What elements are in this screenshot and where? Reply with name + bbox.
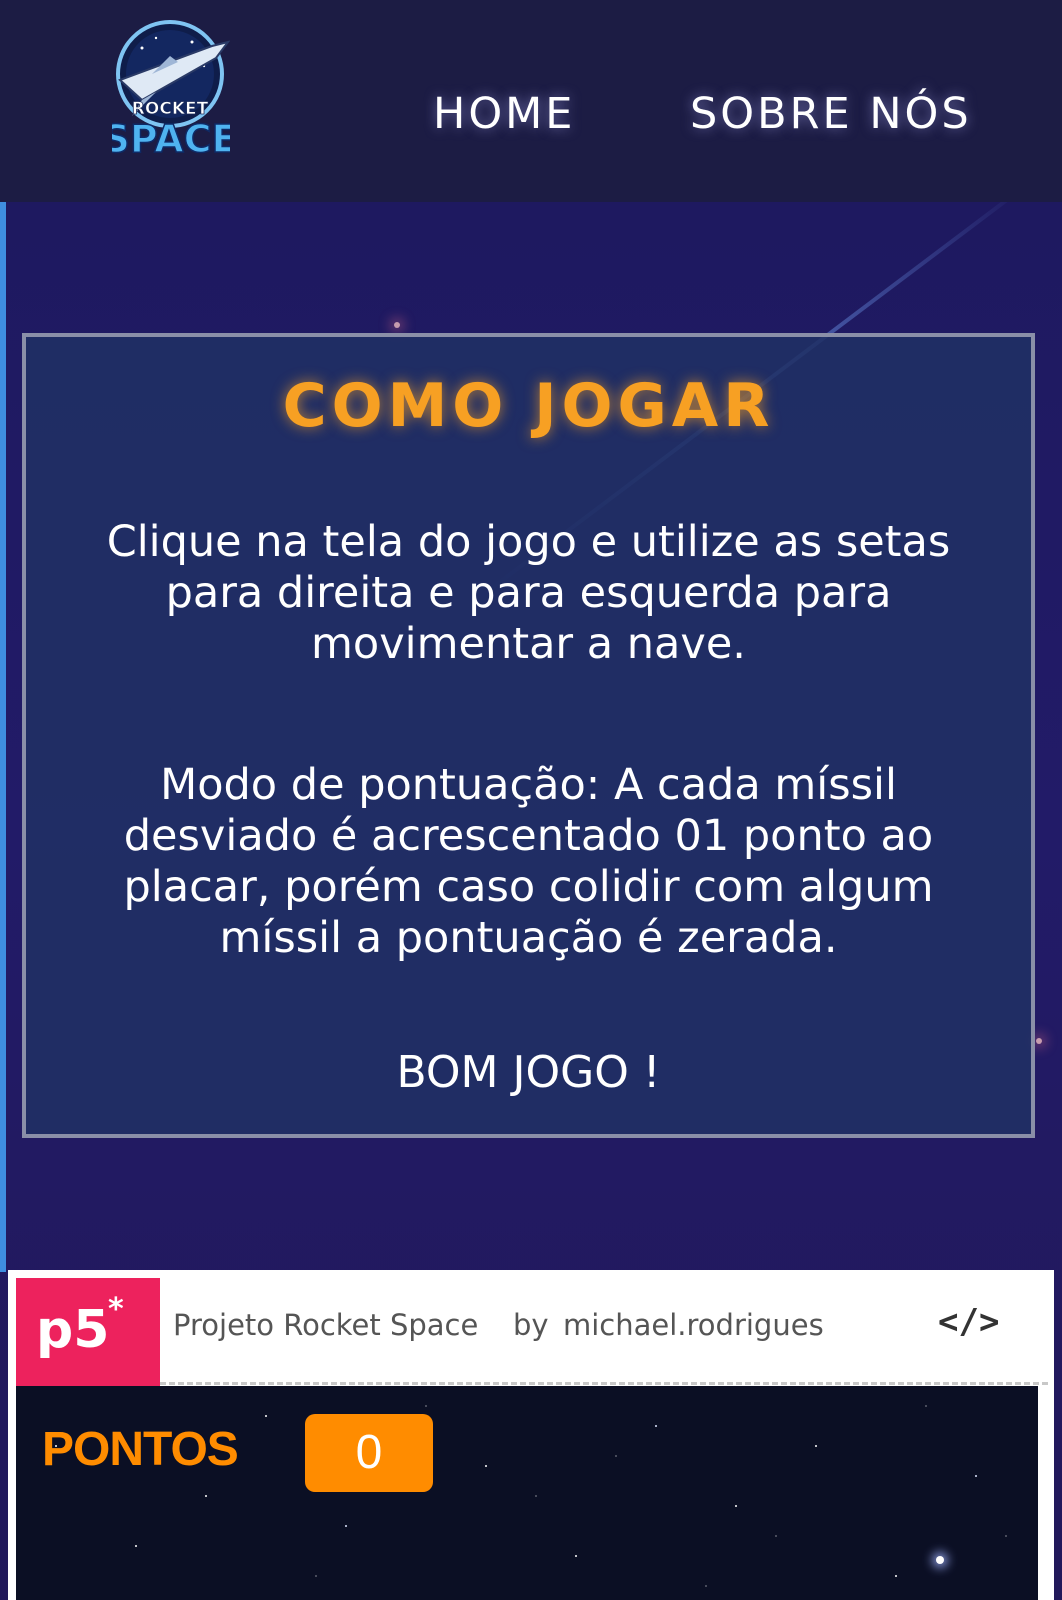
instructions-text: Clique na tela do jogo e utilize as seta… bbox=[106, 517, 951, 669]
score-label: PONTOS bbox=[42, 1423, 239, 1476]
embed-divider bbox=[160, 1382, 1048, 1385]
sketch-author-link[interactable]: michael.rodrigues bbox=[563, 1308, 824, 1342]
background-star bbox=[1036, 1038, 1042, 1044]
nav-home-link[interactable]: HOME bbox=[433, 86, 575, 142]
svg-text:SPACE: SPACE bbox=[112, 117, 230, 161]
rocket-space-logo[interactable]: ROCKET SPACE bbox=[112, 18, 230, 166]
game-canvas[interactable]: PONTOS 0 bbox=[16, 1386, 1038, 1600]
nav-about-link[interactable]: SOBRE NÓS bbox=[690, 86, 972, 142]
left-accent-border bbox=[0, 202, 6, 1272]
good-game-text: BOM JOGO ! bbox=[396, 1047, 661, 1098]
canvas-star bbox=[936, 1556, 944, 1564]
p5-logo-badge[interactable]: p5 * bbox=[16, 1278, 160, 1386]
background-star bbox=[394, 322, 400, 328]
p5-logo-text: p5 bbox=[36, 1300, 110, 1360]
svg-text:ROCKET: ROCKET bbox=[132, 99, 209, 119]
p5-sketch-embed: p5 * Projeto Rocket Space by michael.rod… bbox=[8, 1270, 1054, 1600]
view-code-icon[interactable]: </> bbox=[938, 1298, 999, 1346]
top-navigation-bar: ROCKET SPACE HOME SOBRE NÓS bbox=[0, 0, 1062, 202]
sketch-by-label: by bbox=[513, 1308, 549, 1342]
scoring-rules-text: Modo de pontuação: A cada míssil desviad… bbox=[123, 760, 934, 963]
p5-asterisk-icon: * bbox=[108, 1292, 124, 1327]
how-to-play-panel: COMO JOGAR Clique na tela do jogo e util… bbox=[22, 333, 1035, 1138]
score-value-box: 0 bbox=[305, 1414, 433, 1492]
embed-header-bar: p5 * Projeto Rocket Space by michael.rod… bbox=[8, 1270, 1054, 1386]
how-to-play-title: COMO JOGAR bbox=[282, 371, 775, 441]
sketch-title-link[interactable]: Projeto Rocket Space bbox=[173, 1308, 478, 1342]
